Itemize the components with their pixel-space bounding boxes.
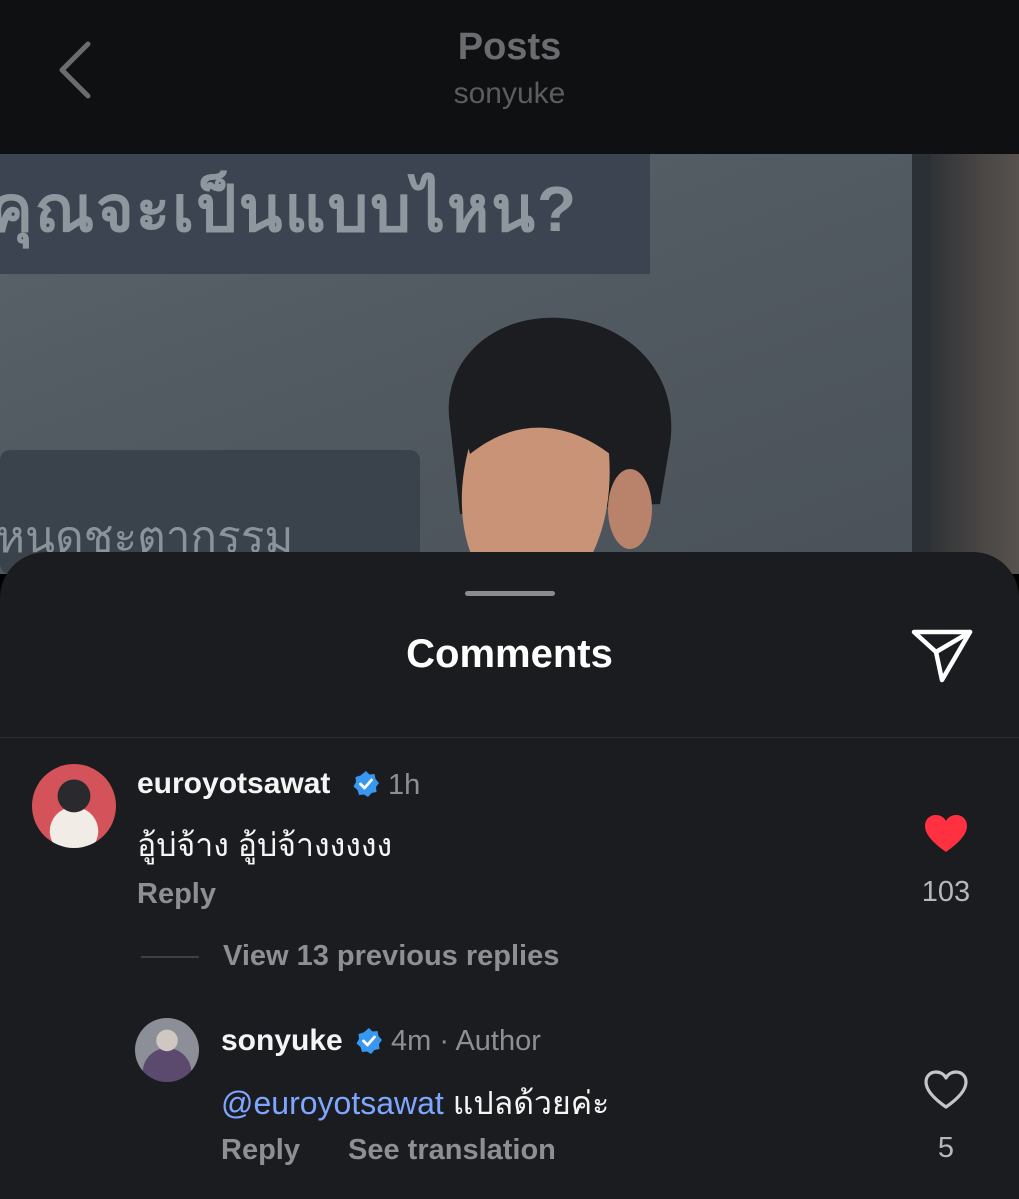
comments-sheet: Comments euroyotsawat 1h อู้บ่จ้าง อู้บ่… [0, 552, 1019, 1199]
reply-text: @euroyotsawat แปลด้วยค่ะ [221, 1078, 609, 1129]
page-subtitle-username[interactable]: sonyuke [0, 77, 1019, 111]
reply-username[interactable]: sonyuke [221, 1024, 343, 1058]
comment-text: อู้บ่จ้าง อู้บ่จ้างงงงง [137, 827, 393, 863]
verified-badge-icon [356, 1028, 382, 1054]
heart-outline-icon[interactable] [924, 1070, 968, 1110]
share-paper-plane-icon[interactable] [910, 626, 974, 684]
comment-timestamp: 1h [388, 769, 421, 801]
mention-link[interactable]: @euroyotsawat [221, 1085, 444, 1121]
avatar[interactable] [135, 1018, 199, 1082]
page-title: Posts [457, 26, 562, 68]
see-translation-button[interactable]: See translation [348, 1134, 556, 1167]
sheet-drag-handle[interactable] [465, 591, 555, 596]
reply-button[interactable]: Reply [221, 1134, 300, 1167]
slide-banner-text: คุณจะเป็นแบบไหน? [0, 173, 579, 245]
wall [930, 154, 1019, 574]
reply-meta: 4m · Author [391, 1025, 541, 1057]
comments-title: Comments [406, 632, 613, 676]
like-count: 103 [921, 876, 971, 908]
top-nav-bar: Posts sonyuke [0, 0, 1019, 154]
sheet-divider [0, 737, 1019, 738]
replies-connector-line [141, 956, 199, 958]
heart-filled-icon[interactable] [924, 814, 968, 854]
reply-body: แปลด้วยค่ะ [443, 1085, 610, 1121]
avatar[interactable] [32, 764, 116, 848]
view-previous-replies-button[interactable]: View 13 previous replies [223, 940, 559, 973]
comment-username[interactable]: euroyotsawat [137, 767, 330, 801]
like-count: 5 [937, 1132, 955, 1164]
reply-button[interactable]: Reply [137, 878, 216, 911]
person-silhouette [448, 317, 672, 574]
post-photo[interactable]: คุณจะเป็นแบบไหน? หนดชะตากรรม [0, 154, 1019, 574]
verified-badge-icon [353, 771, 379, 797]
